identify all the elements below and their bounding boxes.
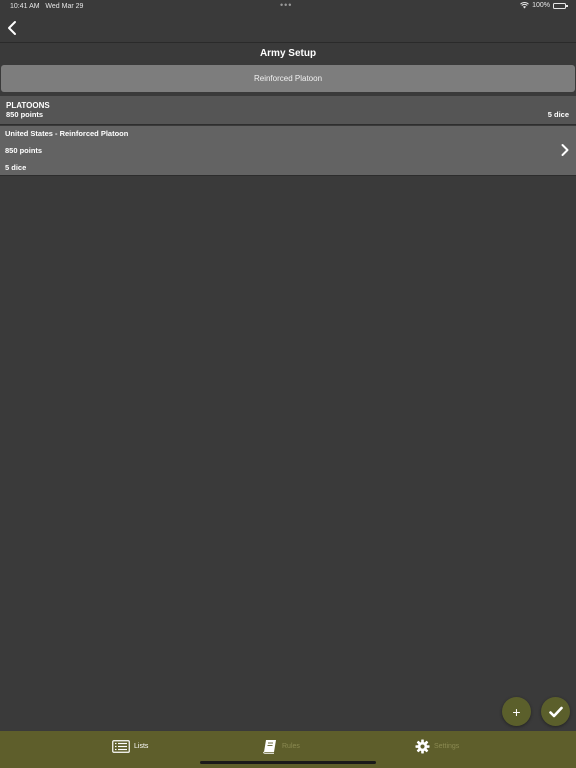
back-button[interactable] <box>4 18 20 38</box>
tab-settings[interactable]: Settings <box>415 737 459 755</box>
add-platoon-button[interactable]: + <box>502 697 531 726</box>
tab-rules[interactable]: Rules <box>262 737 300 755</box>
nav-bar <box>0 14 576 42</box>
tab-lists[interactable]: Lists <box>112 737 148 755</box>
book-icon <box>263 739 276 754</box>
battery-icon <box>553 2 568 9</box>
battery-percent: 100% <box>532 2 550 9</box>
section-title: PLATOONS <box>6 101 50 110</box>
wifi-icon <box>520 2 529 9</box>
status-bar: 10:41 AM Wed Mar 29 ••• 100% <box>0 0 576 14</box>
chevron-right-icon <box>561 144 569 156</box>
platoon-dice: 5 dice <box>5 163 27 172</box>
plus-icon: + <box>512 703 521 720</box>
platoons-section-header: PLATOONS 850 points 5 dice <box>0 96 576 125</box>
status-time: 10:41 AM Wed Mar 29 <box>10 3 84 10</box>
status-right: 100% <box>520 2 568 9</box>
tab-lists-label: Lists <box>134 742 149 750</box>
list-icon <box>112 739 130 753</box>
multitasking-dots[interactable]: ••• <box>280 0 292 10</box>
army-selector-button[interactable]: Reinforced Platoon <box>1 65 575 92</box>
platoon-points: 850 points <box>5 146 43 155</box>
tab-bar: Lists Rules Settings <box>0 731 576 768</box>
platoon-row[interactable]: United States - Reinforced Platoon 850 p… <box>0 126 576 176</box>
gear-icon <box>415 738 430 754</box>
tab-rules-label: Rules <box>282 742 300 750</box>
checkmark-icon <box>548 706 563 717</box>
confirm-button[interactable] <box>541 697 570 726</box>
platoon-name: United States - Reinforced Platoon <box>5 129 129 138</box>
section-dice: 5 dice <box>547 110 569 119</box>
tab-settings-label: Settings <box>434 742 460 750</box>
section-points: 850 points <box>6 110 44 119</box>
chevron-left-icon <box>8 21 16 35</box>
home-indicator <box>200 761 376 764</box>
page-title: Army Setup <box>0 42 576 64</box>
